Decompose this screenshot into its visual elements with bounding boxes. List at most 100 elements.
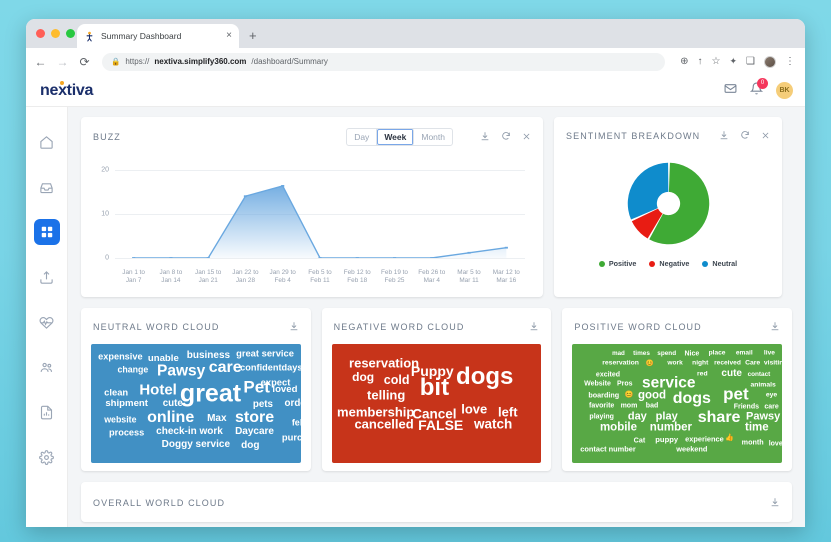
word-cloud-word[interactable]: mad (612, 350, 625, 356)
word-cloud-word[interactable]: month (742, 438, 764, 445)
word-cloud-word[interactable]: spend (657, 349, 676, 356)
user-avatar[interactable]: BK (776, 82, 793, 99)
word-cloud-word[interactable]: Pet (243, 378, 269, 395)
word-cloud-word[interactable]: mobile (600, 422, 637, 435)
word-cloud-word[interactable]: bad (646, 402, 658, 409)
word-cloud-word[interactable]: great service (236, 348, 294, 358)
word-cloud-word[interactable]: pet (723, 385, 749, 402)
word-cloud-word[interactable]: loved (272, 386, 297, 396)
overall-download-icon[interactable] (770, 495, 780, 511)
word-cloud-word[interactable]: felt (292, 418, 301, 427)
browser-menu-icon[interactable]: ⋮ (785, 56, 795, 67)
word-cloud-word[interactable]: ordered (285, 398, 301, 409)
address-bar[interactable]: 🔒 https:// nextiva.simplify360.com/dashbo… (102, 52, 666, 71)
word-cloud-word[interactable]: playing (589, 413, 614, 420)
word-cloud-word[interactable]: play (656, 411, 678, 422)
word-cloud-word[interactable]: 👍 (725, 435, 734, 442)
word-cloud-word[interactable]: Daycare (235, 427, 274, 437)
word-cloud-word[interactable]: dog (241, 441, 259, 451)
word-cloud-word[interactable]: cute (721, 368, 742, 379)
legend-item-neutral[interactable]: Neutral (702, 259, 737, 268)
sidebar-item-audience[interactable] (34, 354, 60, 380)
word-cloud-word[interactable]: reservation (349, 357, 419, 370)
word-cloud-word[interactable]: care (209, 360, 242, 376)
word-cloud-download-icon[interactable] (289, 319, 299, 335)
word-cloud-word[interactable]: Nice (684, 350, 699, 357)
word-cloud-word[interactable]: red (697, 371, 708, 379)
word-cloud-word[interactable]: favorite (589, 402, 614, 409)
sidebar-item-reports[interactable] (34, 399, 60, 425)
share-icon[interactable]: ↑ (698, 56, 703, 67)
word-cloud-word[interactable]: dogs (673, 390, 711, 407)
word-cloud-word[interactable]: dog (352, 371, 374, 383)
word-cloud-word[interactable]: excited (596, 371, 620, 378)
word-cloud-word[interactable]: expensive (98, 352, 142, 361)
word-cloud-word[interactable]: store (235, 409, 274, 426)
word-cloud-word[interactable]: Pros (617, 381, 633, 388)
word-cloud-word[interactable]: Hotel (139, 383, 177, 398)
word-cloud-word[interactable]: contact (748, 371, 771, 378)
buzz-range-week[interactable]: Week (377, 129, 415, 145)
sidebar-item-publish[interactable] (34, 264, 60, 290)
word-cloud-word[interactable]: Website (584, 381, 611, 388)
word-cloud-word[interactable]: Doggy service (162, 440, 230, 450)
word-cloud-word[interactable]: change (118, 365, 149, 375)
word-cloud-word[interactable]: purchase (282, 432, 301, 442)
word-cloud-word[interactable]: FALSE (418, 418, 463, 432)
word-cloud-word[interactable]: number (650, 422, 692, 435)
word-cloud-word[interactable]: cold (384, 373, 410, 386)
word-cloud-word[interactable]: good (638, 390, 666, 403)
maximize-window-button[interactable] (66, 29, 75, 38)
sidebar-item-home[interactable] (34, 129, 60, 155)
browser-tab[interactable]: Summary Dashboard × (77, 24, 239, 48)
close-window-button[interactable] (36, 29, 45, 38)
word-cloud-word[interactable]: great (180, 381, 241, 406)
word-cloud-word[interactable]: shipment (105, 399, 148, 409)
word-cloud-word[interactable]: Pawsy (157, 364, 205, 380)
word-cloud-word[interactable]: live (764, 350, 775, 357)
notifications-bell[interactable]: 0 (749, 78, 768, 99)
word-cloud-word[interactable]: reservation (602, 360, 639, 368)
word-cloud-word[interactable]: 😊 (625, 392, 634, 399)
sidebar-item-settings[interactable] (34, 444, 60, 470)
sentiment-download-icon[interactable] (719, 128, 729, 144)
word-cloud-word[interactable]: eye (766, 392, 777, 400)
legend-item-positive[interactable]: Positive (598, 259, 636, 268)
minimize-window-button[interactable] (51, 29, 60, 38)
bookmark-star-icon[interactable]: ☆ (712, 56, 721, 67)
word-cloud-word[interactable]: received (714, 360, 741, 368)
word-cloud-word[interactable]: mom (621, 402, 638, 409)
word-cloud-word[interactable]: animals (750, 381, 775, 389)
word-cloud-word[interactable]: cancelled (354, 417, 413, 430)
back-button[interactable]: ← (34, 56, 47, 68)
word-cloud-word[interactable]: bit (420, 376, 449, 400)
forward-button[interactable]: → (56, 56, 69, 68)
zoom-icon[interactable]: ⊕ (680, 56, 688, 67)
word-cloud-word[interactable]: 😊 (646, 360, 654, 368)
buzz-refresh-icon[interactable] (501, 129, 511, 145)
legend-item-negative[interactable]: Negative (649, 259, 689, 268)
buzz-range-month[interactable]: Month (414, 129, 452, 145)
word-cloud-download-icon[interactable] (770, 319, 780, 335)
word-cloud-word[interactable]: contact number (580, 445, 635, 453)
word-cloud-word[interactable]: weekend (676, 445, 707, 453)
word-cloud-download-icon[interactable] (529, 319, 539, 335)
new-tab-button[interactable]: + (249, 29, 257, 42)
word-cloud-word[interactable]: clean (104, 386, 128, 396)
word-cloud-word[interactable]: work (667, 360, 682, 368)
nextiva-logo[interactable]: nextiva (40, 80, 93, 100)
window-controls[interactable] (36, 29, 75, 38)
word-cloud-word[interactable]: experience (685, 435, 724, 443)
side-panel-icon[interactable]: ❑ (746, 56, 755, 67)
word-cloud-word[interactable]: confidentdays (240, 362, 301, 372)
sidebar-item-dashboard[interactable] (33, 219, 60, 245)
word-cloud-word[interactable]: Cat (634, 437, 646, 444)
sidebar-item-inbox[interactable] (34, 174, 60, 200)
donut-slice-neutral[interactable] (627, 162, 668, 220)
sentiment-refresh-icon[interactable] (740, 128, 750, 144)
word-cloud-word[interactable]: email (736, 350, 753, 357)
word-cloud-word[interactable]: check-in work (156, 427, 223, 437)
word-cloud-word[interactable]: visiting (764, 360, 782, 368)
mail-icon[interactable] (724, 82, 737, 99)
reload-button[interactable]: ⟳ (78, 56, 91, 68)
